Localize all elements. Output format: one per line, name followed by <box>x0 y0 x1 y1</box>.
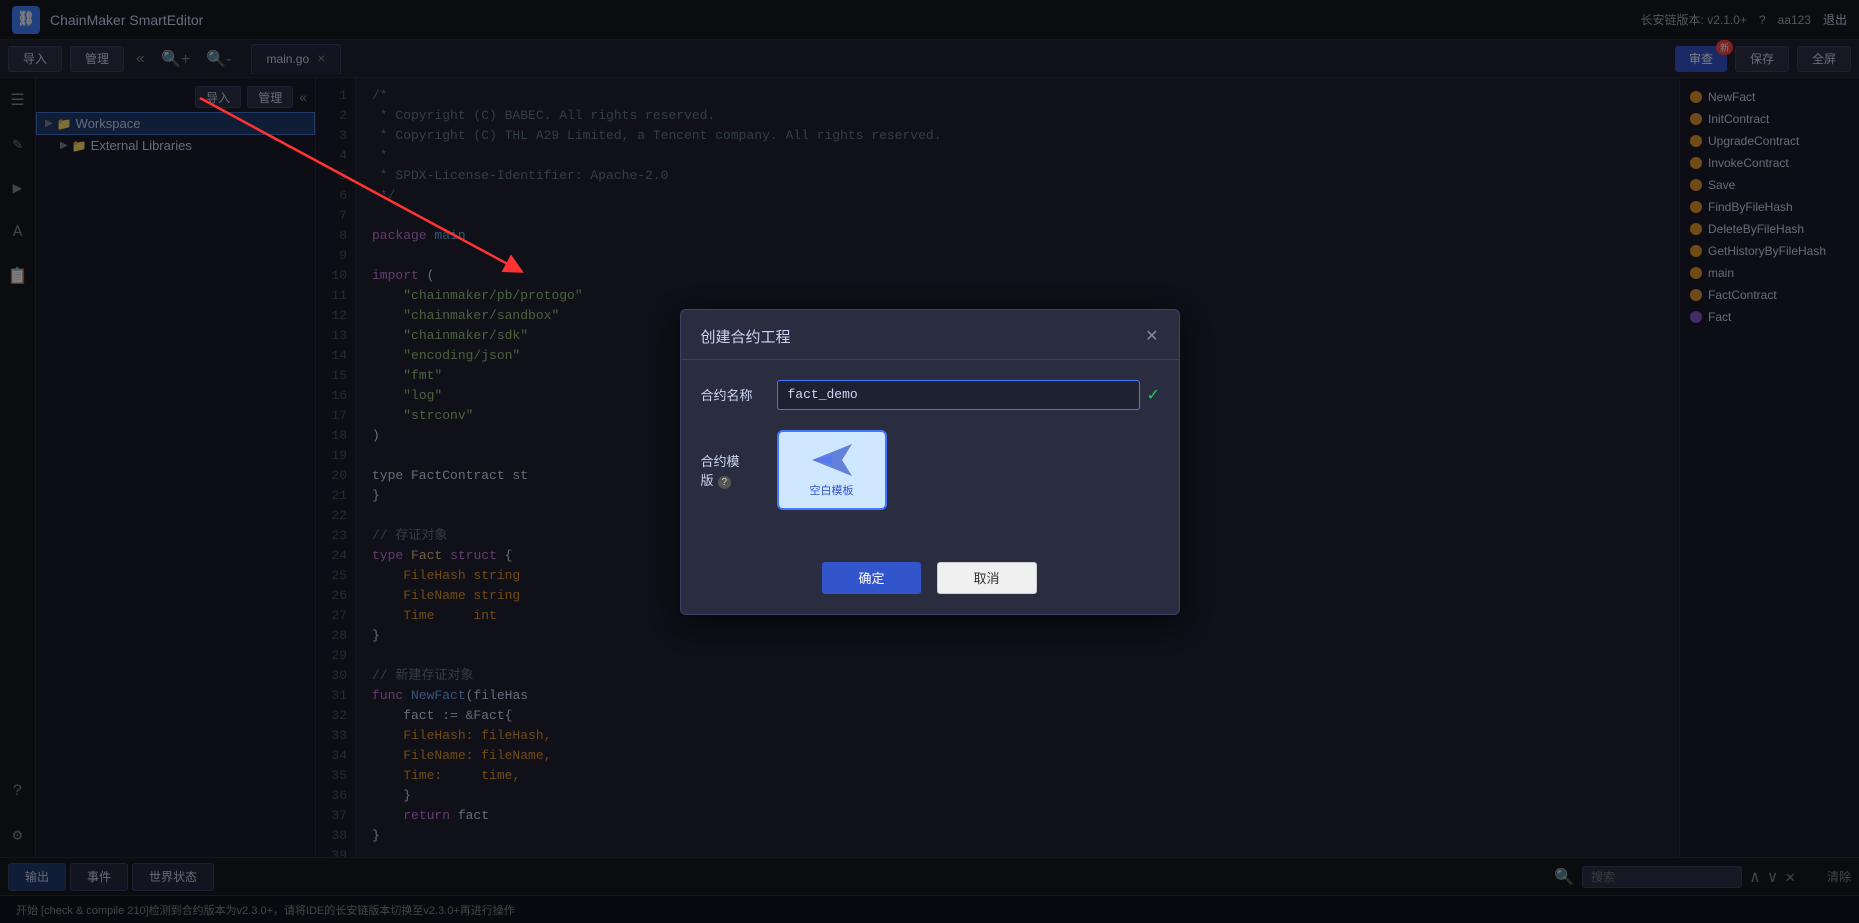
dialog-overlay: 创建合约工程 ✕ 合约名称 ✓ 合约模版? <box>0 0 1859 923</box>
template-tooltip-icon: ? <box>718 476 732 489</box>
dialog-footer: 确定 取消 <box>681 550 1179 614</box>
dialog-input-wrap: ✓ <box>777 380 1159 410</box>
dialog-template-row: 合约模版? 空白模板 <box>701 430 1159 510</box>
dialog-title: 创建合约工程 <box>701 326 791 347</box>
dialog-ok-button[interactable]: 确定 <box>822 562 920 594</box>
dialog-template-label: 合约模版? <box>701 451 761 489</box>
dialog-name-input[interactable] <box>777 380 1140 410</box>
dialog-close-button[interactable]: ✕ <box>1145 326 1158 346</box>
plane-icon <box>810 442 854 478</box>
dialog-name-label: 合约名称 <box>701 385 761 404</box>
template-card-label: 空白模板 <box>810 482 854 498</box>
create-contract-dialog: 创建合约工程 ✕ 合约名称 ✓ 合约模版? <box>680 309 1180 615</box>
dialog-check-icon: ✓ <box>1148 384 1159 406</box>
dialog-header: 创建合约工程 ✕ <box>681 310 1179 360</box>
dialog-name-row: 合约名称 ✓ <box>701 380 1159 410</box>
template-card-blank[interactable]: 空白模板 <box>777 430 887 510</box>
dialog-body: 合约名称 ✓ 合约模版? 空白模板 <box>681 360 1179 550</box>
dialog-cancel-button[interactable]: 取消 <box>937 562 1037 594</box>
